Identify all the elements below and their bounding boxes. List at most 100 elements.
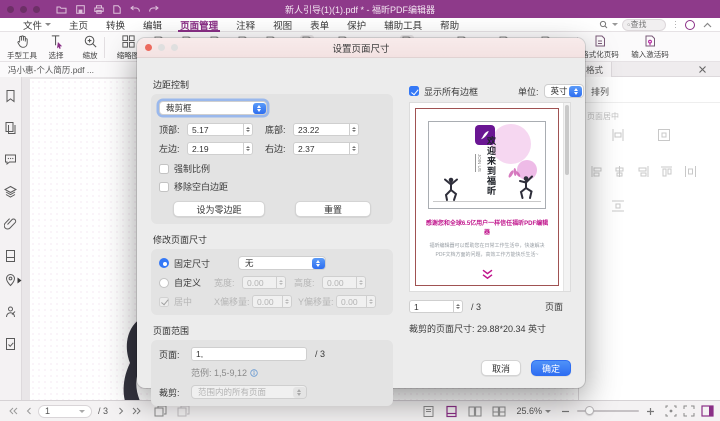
- reset-button[interactable]: 重置: [295, 201, 371, 217]
- page-preview[interactable]: 欢迎来到福昕 JOIN US 感谢您和全球6.5亿用户一样信任福昕PDF编辑器 …: [409, 102, 571, 292]
- menu-protect[interactable]: 保护: [338, 18, 375, 32]
- menu-home[interactable]: 主页: [60, 18, 97, 32]
- signature-icon[interactable]: [4, 305, 17, 319]
- stepper-icon[interactable]: [349, 142, 359, 155]
- facing-view-icon[interactable]: [468, 405, 482, 418]
- thumbnail-tool-label: 缩略图: [117, 50, 140, 61]
- enter-activation-code-button[interactable]: 输入激活码: [626, 34, 674, 60]
- page-number-field[interactable]: 1: [38, 405, 92, 418]
- close-panel-icon[interactable]: [698, 65, 707, 74]
- align-center-icon[interactable]: [613, 165, 626, 178]
- toggle-panel-button[interactable]: [701, 405, 714, 417]
- resize-section-label: 修改页面尺寸: [153, 233, 393, 246]
- zoom-out-button[interactable]: [561, 407, 570, 416]
- menu-help[interactable]: 帮助: [431, 18, 468, 32]
- right-margin-field[interactable]: [293, 142, 359, 155]
- first-page-button[interactable]: [8, 407, 18, 415]
- menu-edit[interactable]: 编辑: [134, 18, 171, 32]
- align-left-icon[interactable]: [590, 165, 603, 178]
- single-page-view-icon[interactable]: [422, 405, 435, 418]
- box-type-select[interactable]: 裁剪框: [159, 101, 267, 115]
- fixed-size-select[interactable]: 无: [238, 256, 326, 270]
- unit-select[interactable]: 英寸: [544, 84, 584, 98]
- preview-page-field[interactable]: [409, 300, 463, 313]
- redo-icon[interactable]: [149, 5, 159, 13]
- fields-icon[interactable]: [4, 249, 17, 263]
- left-margin-field[interactable]: [187, 142, 253, 155]
- unit-label: 单位:: [518, 85, 539, 98]
- menu-comment[interactable]: 注释: [227, 18, 264, 32]
- align-right-icon[interactable]: [637, 165, 650, 178]
- zoom-slider-knob[interactable]: [585, 406, 594, 415]
- remove-white-margins-checkbox[interactable]: [159, 182, 169, 192]
- distribute-vertical-icon[interactable]: [611, 199, 625, 213]
- continuous-facing-view-icon[interactable]: [492, 405, 506, 418]
- find-type-button[interactable]: [599, 20, 618, 30]
- fixed-size-radio[interactable]: [159, 258, 169, 268]
- menu-convert[interactable]: 转换: [97, 18, 134, 32]
- distribute-horizontal-icon[interactable]: [684, 165, 697, 178]
- bookmarks-icon[interactable]: [4, 89, 17, 103]
- page-range-input[interactable]: [191, 347, 307, 361]
- stepper-icon[interactable]: [243, 123, 253, 136]
- menu-accessibility[interactable]: 辅助工具: [375, 18, 431, 32]
- custom-size-radio[interactable]: [159, 278, 169, 288]
- center-in-page-icon[interactable]: [657, 128, 671, 142]
- last-page-button[interactable]: [132, 407, 142, 415]
- stepper-icon: [366, 295, 376, 308]
- zoom-slider[interactable]: [577, 410, 639, 412]
- continuous-view-icon[interactable]: [445, 405, 458, 418]
- traffic-close-icon[interactable]: [7, 6, 14, 13]
- ok-button[interactable]: 确定: [531, 360, 571, 376]
- select-arrows-icon: [293, 387, 306, 398]
- undo-icon[interactable]: [130, 5, 140, 13]
- top-margin-field[interactable]: [187, 123, 253, 136]
- preview-illustration: 欢迎来到福昕 JOIN US: [428, 121, 546, 209]
- constrain-proportions-checkbox[interactable]: [159, 164, 169, 174]
- zoom-level-dropdown[interactable]: 25.6%: [516, 406, 551, 416]
- fullscreen-button[interactable]: [683, 405, 695, 417]
- align-horizontal-center-icon[interactable]: [611, 128, 625, 142]
- fit-page-button[interactable]: [665, 405, 677, 417]
- info-icon[interactable]: [250, 369, 258, 377]
- stepper-icon[interactable]: [243, 142, 253, 155]
- next-page-button[interactable]: [118, 407, 124, 415]
- search-field[interactable]: [622, 19, 666, 31]
- zoom-in-button[interactable]: [646, 407, 655, 416]
- grid-icon: [121, 34, 136, 49]
- panel-flyout-icon[interactable]: [17, 277, 22, 284]
- search-input[interactable]: [631, 20, 661, 29]
- destinations-icon[interactable]: [4, 273, 17, 287]
- layers-icon[interactable]: [4, 185, 17, 198]
- more-options-icon[interactable]: [675, 21, 677, 29]
- page-range-total: / 3: [315, 349, 325, 359]
- menu-view[interactable]: 视图: [264, 18, 301, 32]
- show-all-borders-checkbox[interactable]: [409, 86, 419, 96]
- account-avatar[interactable]: [685, 20, 695, 30]
- align-top-icon[interactable]: [660, 165, 673, 178]
- stepper-icon[interactable]: [349, 123, 359, 136]
- menu-form[interactable]: 表单: [301, 18, 338, 32]
- doc-tab-resume[interactable]: 冯小惠-个人简历.pdf ...: [0, 62, 150, 77]
- print-icon[interactable]: [94, 5, 104, 14]
- menu-file[interactable]: 文件: [14, 18, 60, 32]
- menu-page-management[interactable]: 页面管理: [171, 18, 227, 32]
- bottom-margin-field[interactable]: [293, 123, 359, 136]
- crop-mode-label: 裁剪:: [159, 386, 191, 399]
- cancel-button[interactable]: 取消: [481, 360, 521, 376]
- validation-icon[interactable]: [4, 337, 17, 351]
- attachments-icon[interactable]: [4, 217, 17, 230]
- previous-page-button[interactable]: [26, 407, 32, 415]
- stepper-icon[interactable]: [453, 300, 463, 313]
- save-icon[interactable]: [76, 5, 85, 14]
- preview-scrollbar[interactable]: [563, 103, 570, 291]
- pages-icon[interactable]: [4, 121, 17, 135]
- set-zero-margins-button[interactable]: 设为零边距: [173, 201, 265, 217]
- traffic-minimize-icon[interactable]: [20, 6, 27, 13]
- open-file-icon[interactable]: [56, 5, 67, 14]
- comments-icon[interactable]: [4, 153, 17, 166]
- new-page-icon[interactable]: [113, 5, 121, 14]
- collapse-ribbon-button[interactable]: [703, 22, 712, 28]
- traffic-zoom-icon[interactable]: [33, 6, 40, 13]
- format-panel-tab-label: 格式: [586, 64, 603, 76]
